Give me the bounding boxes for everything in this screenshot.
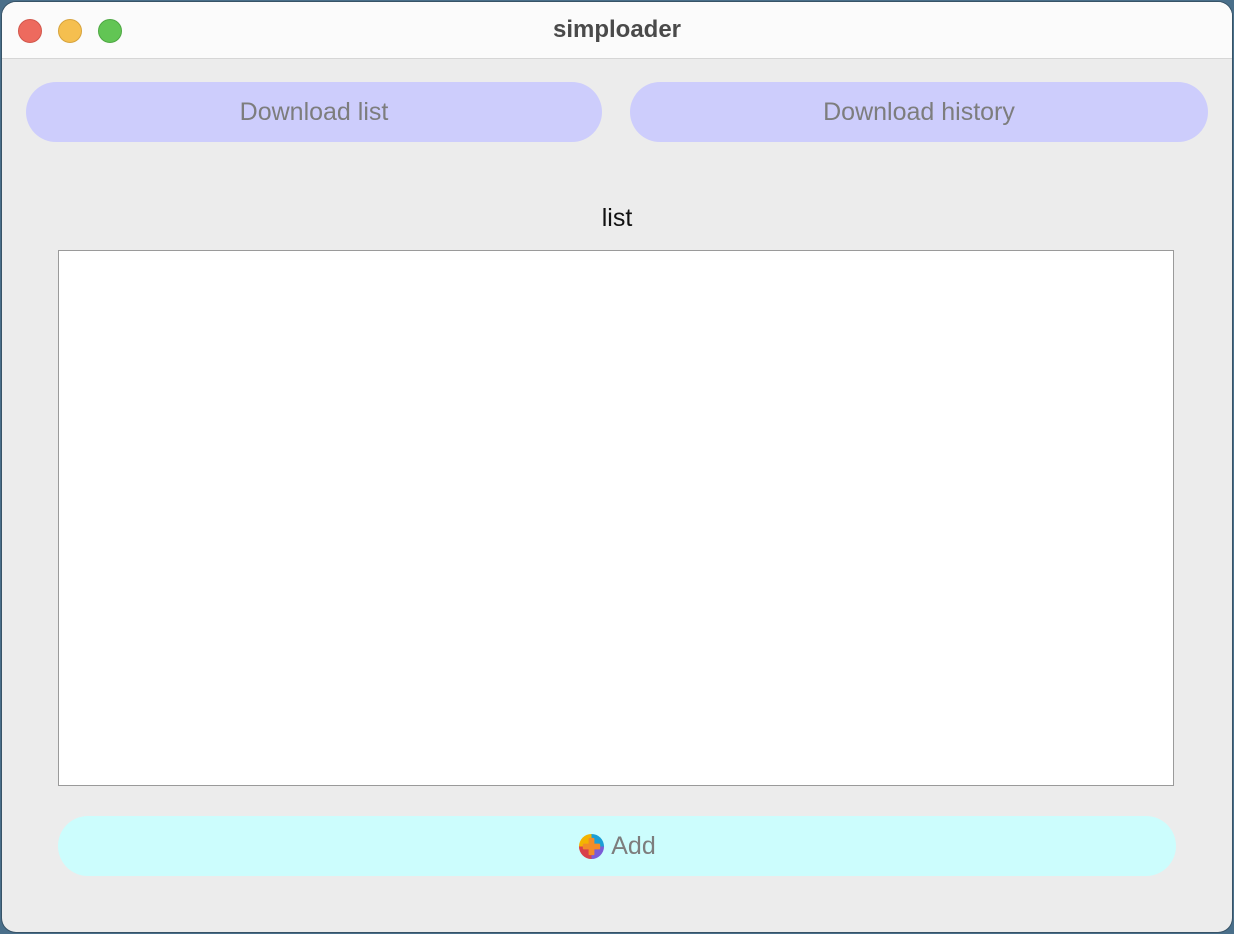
download-history-button[interactable]: Download history xyxy=(630,82,1208,142)
download-list-button[interactable]: Download list xyxy=(26,82,602,142)
title-bar[interactable]: simploader xyxy=(2,2,1232,59)
download-listbox[interactable] xyxy=(58,250,1174,786)
section-title: list xyxy=(601,204,633,232)
add-button-label: Add xyxy=(611,831,656,860)
add-button[interactable]: Add xyxy=(58,816,1176,876)
download-history-label: Download history xyxy=(823,97,1015,126)
download-list-label: Download list xyxy=(239,97,389,126)
plus-circle-icon xyxy=(579,833,605,859)
app-window: simploader Download list Download histor… xyxy=(2,2,1232,932)
window-title: simploader xyxy=(552,16,682,43)
